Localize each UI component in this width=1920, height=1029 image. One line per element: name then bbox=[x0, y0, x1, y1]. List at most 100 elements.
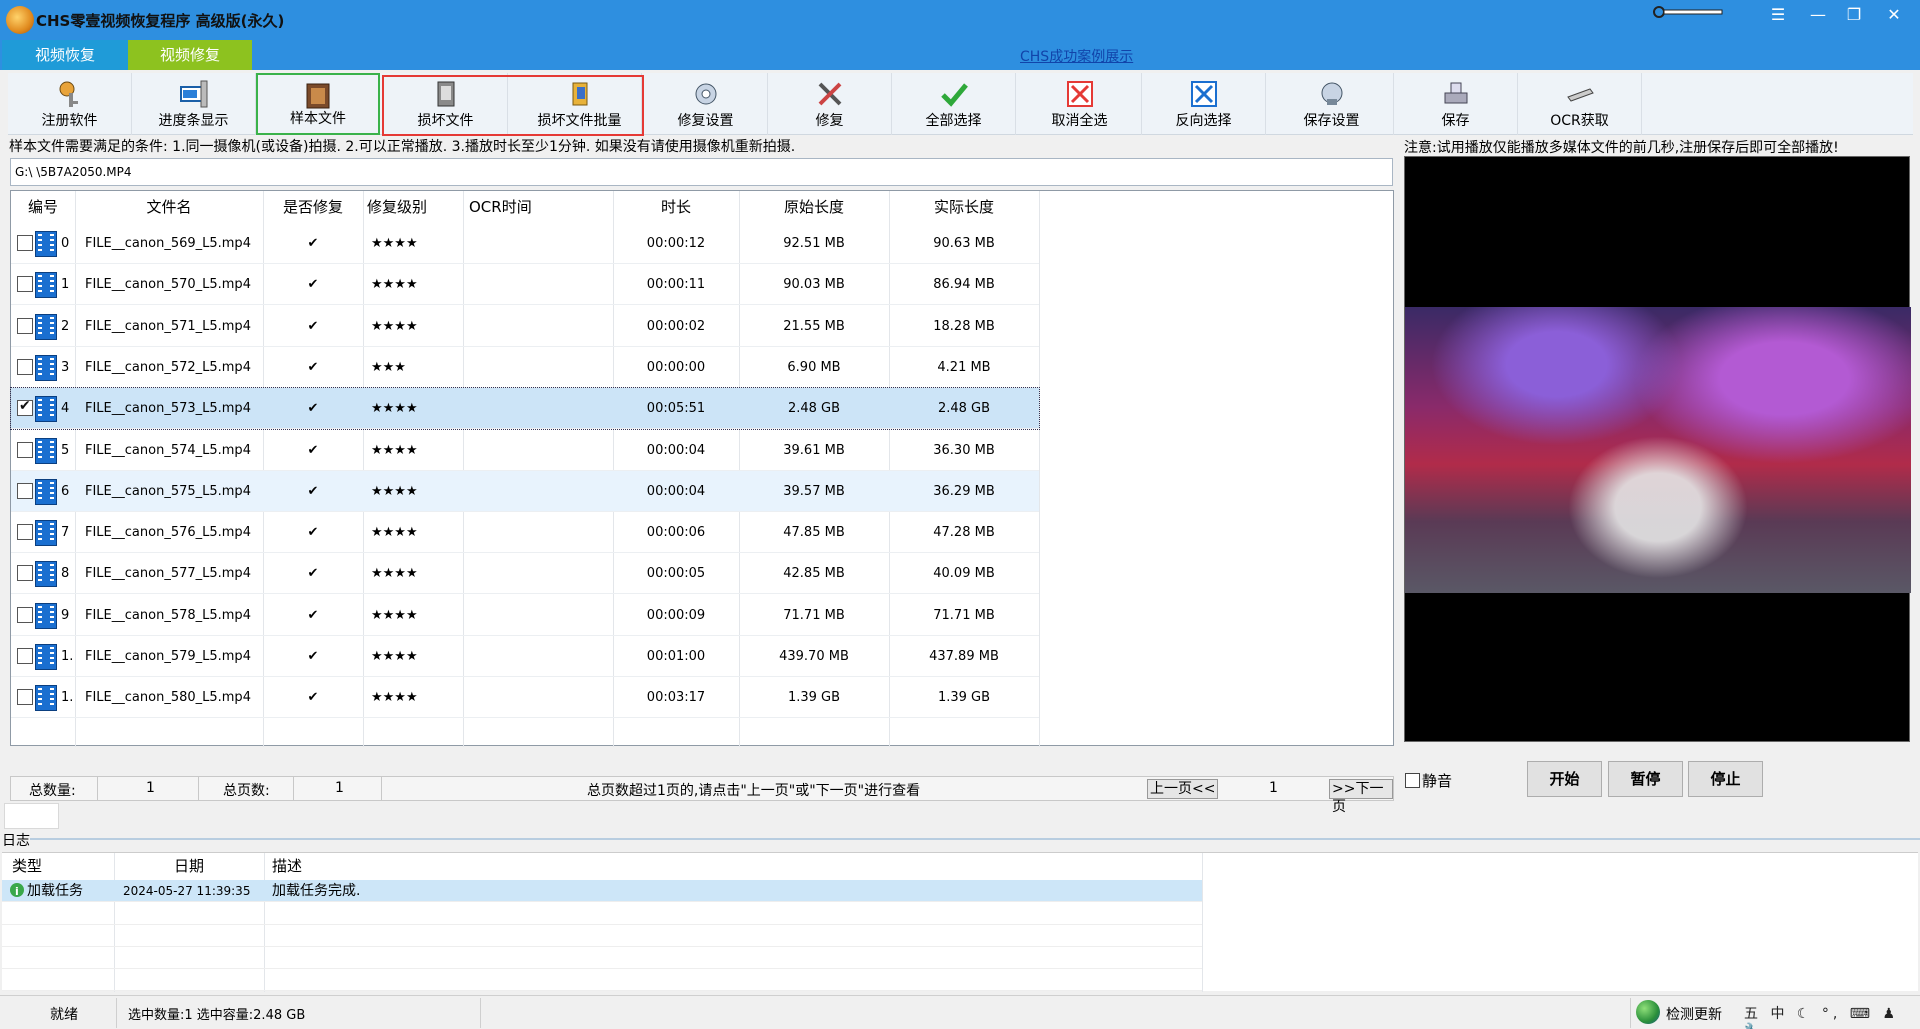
video-preview[interactable] bbox=[1404, 156, 1911, 742]
table-row[interactable]: 3 FILE__canon_572_L5.mp4 ✔ ★★★ 00:00:00 6.90 … bbox=[11, 347, 1039, 388]
table-row[interactable]: 7 FILE__canon_576_L5.mp4 ✔ ★★★★ 00:00:06 47.8… bbox=[11, 512, 1039, 554]
damaged-batch-button[interactable]: 损坏文件批量 bbox=[518, 73, 642, 135]
menu-icon[interactable]: ☰ bbox=[1760, 2, 1796, 28]
row-checkbox[interactable] bbox=[17, 235, 33, 251]
next-page-button[interactable]: >>下一页 bbox=[1329, 779, 1393, 815]
log-col-desc[interactable]: 描述 bbox=[272, 853, 302, 879]
col-actual-size[interactable]: 实际长度 bbox=[889, 191, 1039, 223]
table-row[interactable]: 1 FILE__canon_570_L5.mp4 ✔ ★★★★ 00:00:11 90.0… bbox=[11, 264, 1039, 306]
play-button[interactable]: 开始 bbox=[1527, 761, 1602, 797]
tab-video-repair[interactable]: 视频修复 bbox=[128, 40, 252, 70]
log-row[interactable]: 加载任务 2024-05-27 11:39:35 加载任务完成. bbox=[2, 880, 1202, 902]
cell-orig: 47.85 MB bbox=[783, 525, 845, 541]
col-original-size[interactable]: 原始长度 bbox=[739, 191, 889, 223]
col-repaired[interactable]: 是否修复 bbox=[263, 191, 363, 223]
video-film-icon bbox=[35, 478, 57, 505]
log-table: 类型 日期 描述 加载任务 2024-05-27 11:39:35 加载任务完成… bbox=[2, 852, 1918, 992]
row-number: 4 bbox=[61, 401, 70, 417]
table-row[interactable]: 5 FILE__canon_574_L5.mp4 ✔ ★★★★ 00:00:04 39.6… bbox=[11, 430, 1039, 471]
cell-level: ★★★★ bbox=[371, 690, 418, 706]
cell-level: ★★★★ bbox=[371, 483, 418, 499]
select-all-button[interactable]: 全部选择 bbox=[892, 73, 1016, 135]
deselect-all-button[interactable]: 取消全选 bbox=[1018, 73, 1142, 135]
cell-repaired: ✔ bbox=[307, 359, 319, 375]
damaged-file-button[interactable]: 损坏文件 bbox=[384, 73, 508, 135]
row-checkbox[interactable] bbox=[17, 276, 33, 293]
row-checkbox[interactable] bbox=[17, 317, 33, 334]
cell-name: FILE__canon_575_L5.mp4 bbox=[85, 483, 251, 499]
table-row[interactable]: 0 FILE__canon_569_L5.mp4 ✔ ★★★★ 00:00:12 92.5… bbox=[11, 223, 1039, 264]
mute-checkbox-box[interactable] bbox=[1405, 773, 1420, 788]
save-settings-button[interactable]: 保存设置 bbox=[1270, 73, 1394, 135]
progress-display-button[interactable]: 进度条显示 bbox=[132, 73, 256, 135]
cell-actual: 4.21 MB bbox=[937, 359, 991, 375]
close-button[interactable]: ✕ bbox=[1876, 2, 1912, 28]
row-checkbox[interactable] bbox=[17, 358, 33, 375]
stop-button[interactable]: 停止 bbox=[1688, 761, 1763, 797]
cell-orig: 71.71 MB bbox=[783, 607, 845, 623]
cell-repaired: ✔ bbox=[307, 483, 319, 499]
video-film-icon bbox=[35, 396, 57, 423]
minimize-button[interactable]: — bbox=[1800, 2, 1836, 28]
toolbar: 注册软件 进度条显示 样本文件 损坏文件 损坏文件批量 修复设置 修复 全部选择… bbox=[8, 73, 1913, 136]
table-row[interactable]: 1. FILE__canon_579_L5.mp4 ✔ ★★★★ 00:01:00 439… bbox=[11, 636, 1039, 677]
cell-repaired: ✔ bbox=[307, 277, 319, 293]
row-checkbox[interactable] bbox=[17, 606, 33, 623]
col-ocr-time[interactable]: OCR时间 bbox=[469, 191, 613, 223]
table-row[interactable]: 9 FILE__canon_578_L5.mp4 ✔ ★★★★ 00:00:09 71.7… bbox=[11, 595, 1039, 636]
log-col-type[interactable]: 类型 bbox=[12, 853, 42, 879]
row-checkbox[interactable] bbox=[17, 565, 33, 582]
table-row[interactable]: 4 FILE__canon_573_L5.mp4 ✔ ★★★★ 00:05:51 2.48… bbox=[10, 387, 1040, 431]
cell-name: FILE__canon_580_L5.mp4 bbox=[85, 690, 251, 706]
register-button[interactable]: 注册软件 bbox=[8, 73, 132, 135]
row-checkbox[interactable] bbox=[17, 482, 33, 499]
table-row[interactable]: 2 FILE__canon_571_L5.mp4 ✔ ★★★★ 00:00:02 21.5… bbox=[11, 306, 1039, 347]
cell-ocr bbox=[469, 264, 609, 305]
log-col-date[interactable]: 日期 bbox=[174, 853, 204, 879]
file-path-field[interactable]: G:\ \5B7A2050.MP4 bbox=[10, 158, 1393, 186]
repair-button[interactable]: 修复 bbox=[768, 73, 892, 135]
row-checkbox[interactable] bbox=[17, 524, 33, 541]
globe-icon bbox=[1636, 1000, 1660, 1024]
row-checkbox[interactable] bbox=[17, 398, 33, 417]
row-number: 2 bbox=[61, 318, 70, 334]
row-checkbox[interactable] bbox=[17, 648, 33, 664]
current-page[interactable]: 1 bbox=[1269, 780, 1278, 796]
tab-video-recovery[interactable]: 视频恢复 bbox=[2, 40, 128, 70]
pager: 总数量: 1 总页数: 1 总页数超过1页的,请点击"上一页"或"下一页"进行查… bbox=[10, 776, 1394, 815]
col-repair-level[interactable]: 修复级别 bbox=[367, 191, 463, 223]
window-title: CHS零壹视频恢复程序 高级版(永久) bbox=[36, 12, 285, 30]
showcase-link[interactable]: CHS成功案例展示 bbox=[1020, 46, 1133, 66]
row-checkbox[interactable] bbox=[17, 441, 33, 458]
col-number[interactable]: 编号 bbox=[11, 191, 75, 223]
key-person-icon bbox=[59, 81, 78, 107]
invert-select-button[interactable]: 反向选择 bbox=[1142, 73, 1266, 135]
prev-page-button[interactable]: 上一页<< bbox=[1147, 779, 1219, 799]
cell-level: ★★★★ bbox=[371, 607, 418, 623]
pause-button[interactable]: 暂停 bbox=[1608, 761, 1683, 797]
table-row[interactable]: 8 FILE__canon_577_L5.mp4 ✔ ★★★★ 00:00:05 42.8… bbox=[11, 553, 1039, 595]
col-duration[interactable]: 时长 bbox=[613, 191, 739, 223]
ocr-button[interactable]: OCR获取 bbox=[1518, 73, 1642, 135]
app-logo-icon bbox=[6, 6, 34, 34]
cell-name: FILE__canon_576_L5.mp4 bbox=[85, 525, 251, 541]
horizontal-scrollbar[interactable] bbox=[4, 803, 59, 829]
cell-duration: 00:05:51 bbox=[646, 401, 706, 417]
damaged-batch-icon bbox=[572, 82, 587, 106]
video-film-icon bbox=[35, 685, 57, 712]
row-checkbox[interactable] bbox=[17, 689, 33, 706]
col-filename[interactable]: 文件名 bbox=[75, 191, 263, 223]
mute-checkbox[interactable]: 静音 bbox=[1405, 770, 1452, 791]
total-pages-label: 总页数: bbox=[223, 783, 270, 799]
sample-file-button[interactable]: 样本文件 bbox=[256, 73, 380, 135]
save-button[interactable]: 保存 bbox=[1394, 73, 1518, 135]
table-row[interactable]: 1. FILE__canon_580_L5.mp4 ✔ ★★★★ 00:03:17 1.3… bbox=[11, 677, 1039, 719]
check-update-button[interactable]: 检测更新 bbox=[1666, 1004, 1722, 1024]
ime-toolbar[interactable]: 五 中 ☾ °, ⌨ ♟ 🔧 bbox=[1744, 1003, 1920, 1029]
repair-settings-button[interactable]: 修复设置 bbox=[644, 73, 768, 135]
cell-repaired: ✔ bbox=[307, 401, 319, 417]
restore-button[interactable]: ❐ bbox=[1836, 2, 1872, 28]
cell-ocr bbox=[469, 512, 609, 553]
table-row[interactable]: 6 FILE__canon_575_L5.mp4 ✔ ★★★★ 00:00:04 39.5… bbox=[11, 470, 1039, 512]
cell-orig: 90.03 MB bbox=[783, 277, 845, 293]
